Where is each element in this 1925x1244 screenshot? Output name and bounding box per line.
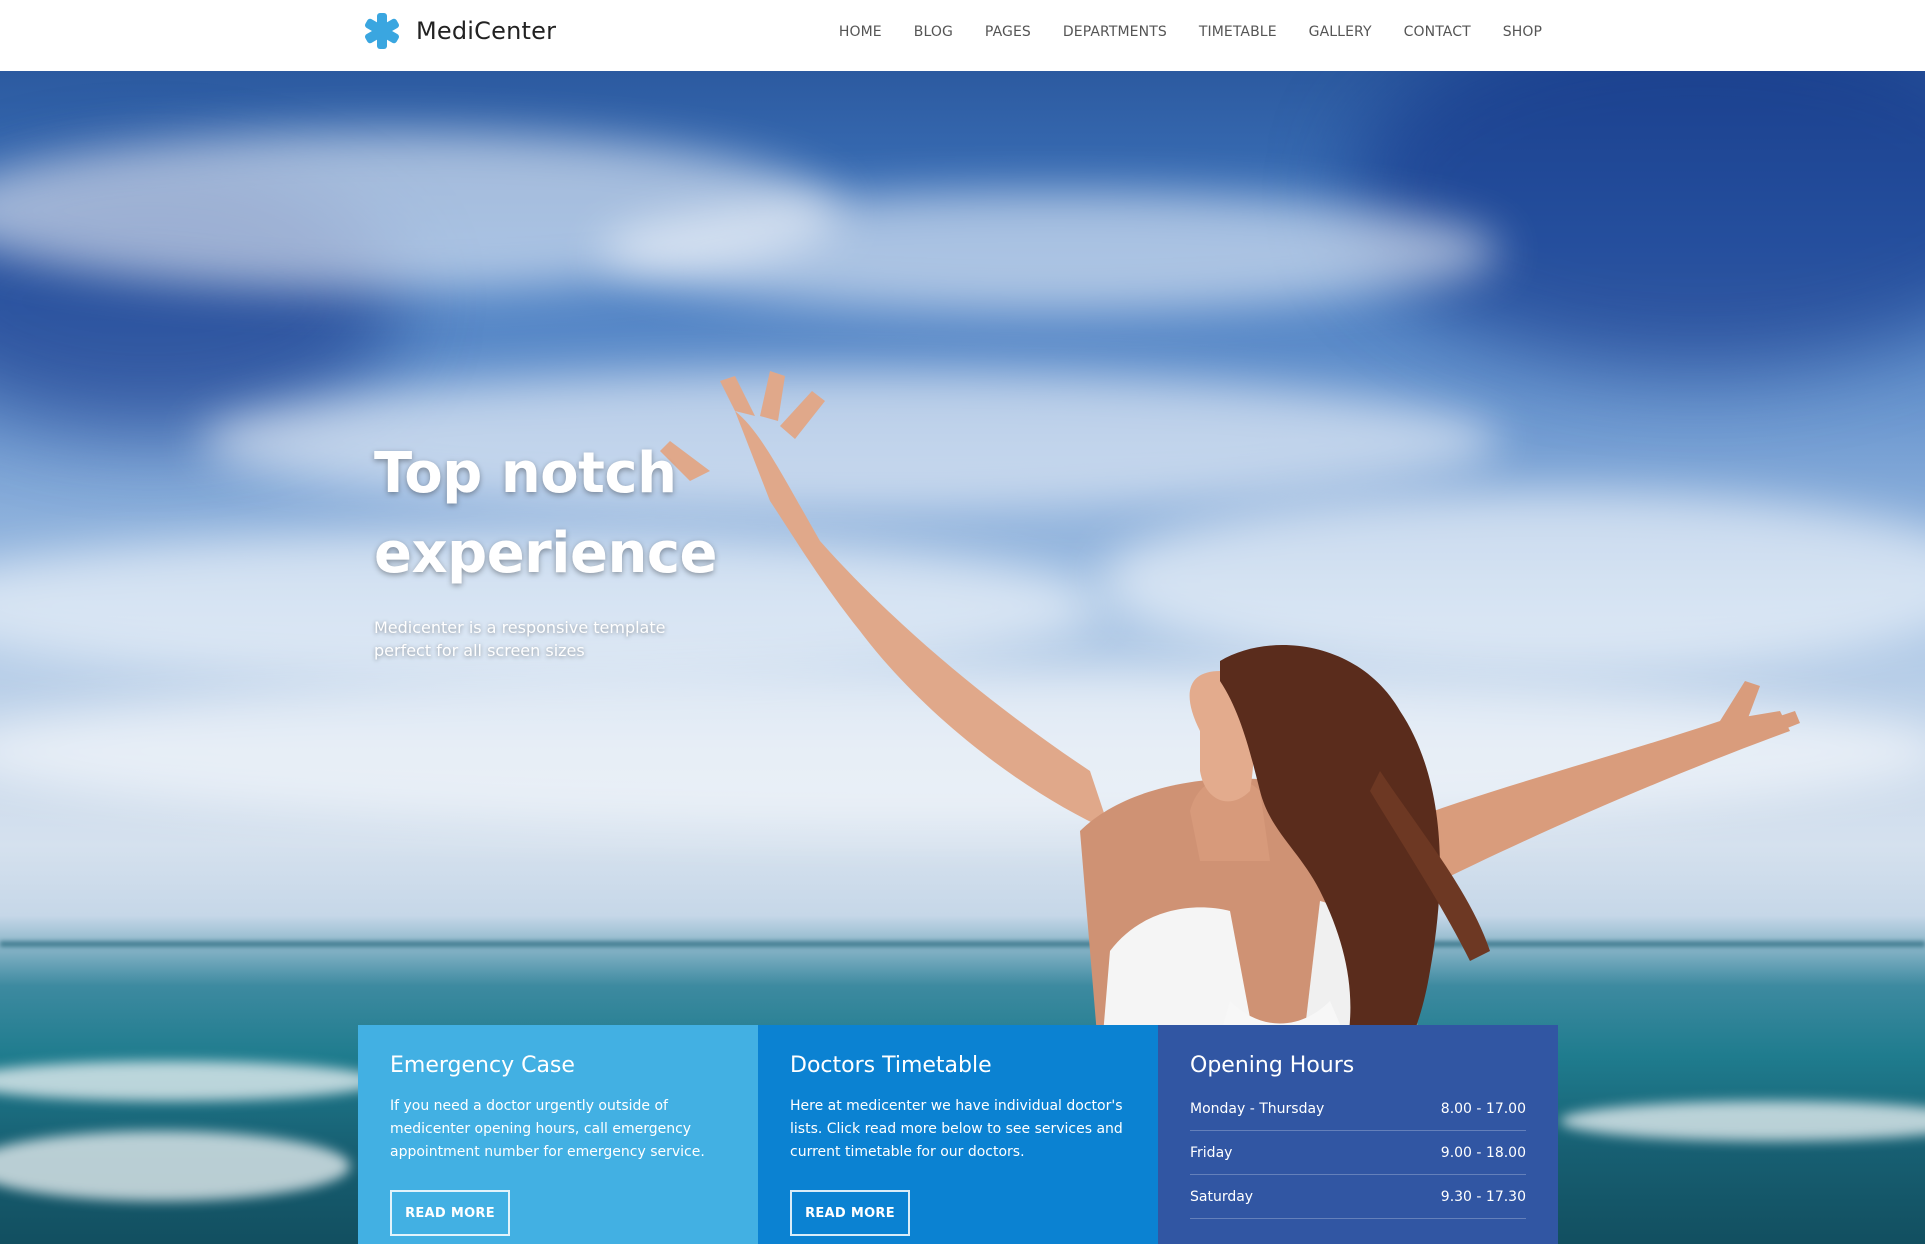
hours-row: Friday 9.00 - 18.00: [1190, 1131, 1526, 1175]
nav-item-gallery[interactable]: GALLERY: [1309, 24, 1372, 40]
nav-item-home[interactable]: HOME: [839, 24, 882, 40]
emergency-read-more-button[interactable]: READ MORE: [390, 1190, 510, 1236]
site-header: MediCenter HOME BLOG PAGES DEPARTMENTS T…: [0, 0, 1925, 71]
nav-item-timetable[interactable]: TIMETABLE: [1199, 24, 1277, 40]
info-boxes: Emergency Case If you need a doctor urge…: [358, 1025, 1558, 1244]
hero-title: Top notch experience: [374, 441, 718, 586]
hours-day: Saturday: [1190, 1188, 1254, 1205]
hero-subtitle: Medicenter is a responsive template perf…: [374, 618, 666, 660]
emergency-case-box: Emergency Case If you need a doctor urge…: [358, 1025, 758, 1244]
main-nav: HOME BLOG PAGES DEPARTMENTS TIMETABLE GA…: [807, 0, 1542, 64]
emergency-case-title: Emergency Case: [390, 1053, 575, 1078]
nav-item-blog[interactable]: BLOG: [914, 24, 953, 40]
nav-item-pages[interactable]: PAGES: [985, 24, 1031, 40]
timetable-read-more-button[interactable]: READ MORE: [790, 1190, 910, 1236]
hours-time: 9.00 - 18.00: [1440, 1144, 1526, 1161]
hours-row: Monday - Thursday 8.00 - 17.00: [1190, 1087, 1526, 1131]
hours-row: Saturday 9.30 - 17.30: [1190, 1175, 1526, 1219]
site-logo[interactable]: MediCenter: [362, 10, 556, 52]
hours-day: Friday: [1190, 1144, 1233, 1161]
nav-item-departments[interactable]: DEPARTMENTS: [1063, 24, 1167, 40]
hours-time: 8.00 - 17.00: [1440, 1100, 1526, 1117]
doctors-timetable-title: Doctors Timetable: [790, 1053, 992, 1078]
doctors-timetable-text: Here at medicenter we have individual do…: [790, 1098, 1123, 1160]
site-name: MediCenter: [416, 17, 557, 45]
asterisk-medical-icon: [362, 11, 402, 51]
nav-item-contact[interactable]: CONTACT: [1404, 24, 1471, 40]
hours-day: Monday - Thursday: [1190, 1100, 1325, 1117]
emergency-case-text: If you need a doctor urgently outside of…: [390, 1098, 705, 1160]
opening-hours-box: Opening Hours Monday - Thursday 8.00 - 1…: [1158, 1025, 1558, 1244]
doctors-timetable-box: Doctors Timetable Here at medicenter we …: [758, 1025, 1158, 1244]
hours-time: 9.30 - 17.30: [1440, 1188, 1526, 1205]
nav-item-shop[interactable]: SHOP: [1503, 24, 1542, 40]
opening-hours-title: Opening Hours: [1190, 1053, 1355, 1078]
